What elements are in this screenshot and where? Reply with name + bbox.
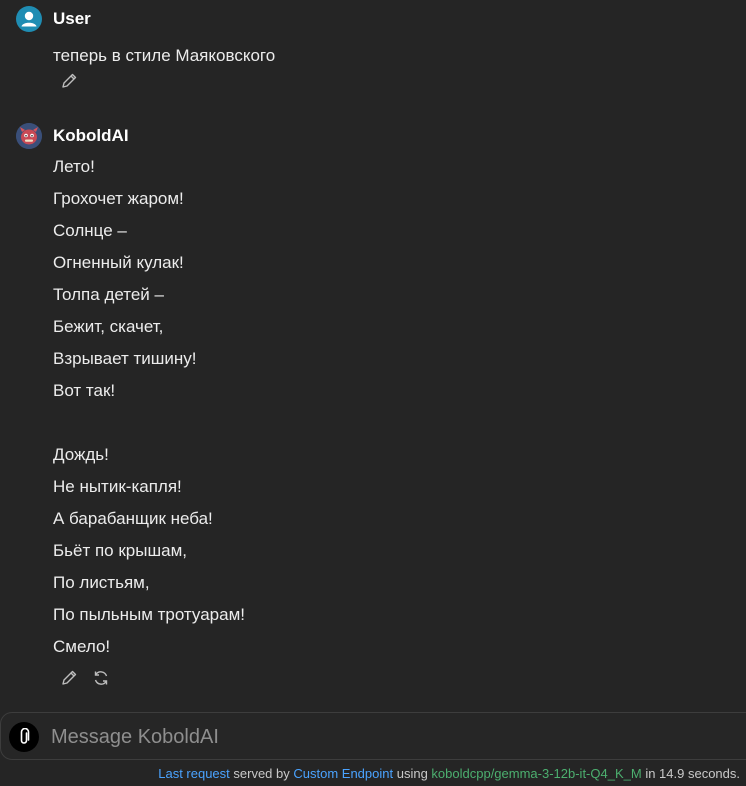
attach-button[interactable] (9, 722, 39, 752)
model-link[interactable]: koboldcpp/gemma-3-12b-it-Q4_K_M (431, 766, 641, 781)
message-actions (60, 72, 78, 90)
message-line: Лето! (53, 157, 95, 176)
sender-name: User (53, 9, 91, 28)
edit-button[interactable] (60, 72, 78, 90)
user-icon (16, 6, 42, 32)
message-line: Не нытик-капля! (53, 477, 182, 496)
message-input[interactable] (51, 723, 731, 751)
edit-button[interactable] (60, 669, 78, 687)
footer-text: using (393, 766, 432, 781)
message-line: Огненный кулак! (53, 253, 184, 272)
message-text: Лето! Грохочет жаром! Солнце – Огненный … (53, 151, 245, 663)
message-line (53, 407, 245, 439)
message-line: Солнце – (53, 221, 127, 240)
paperclip-icon (20, 728, 30, 744)
regenerate-button[interactable] (92, 669, 110, 687)
message-line: По листьям, (53, 573, 150, 592)
message-line: Толпа детей – (53, 285, 164, 304)
message-line: Дождь! (53, 445, 109, 464)
message-line: Смело! (53, 637, 111, 656)
message-line: А барабанщик неба! (53, 509, 213, 528)
user-message: User теперь в стиле Маяковского (16, 6, 736, 101)
message-line: теперь в стиле Маяковского (53, 46, 276, 65)
message-actions (60, 669, 110, 687)
status-footer: Last request served by Custom Endpoint u… (158, 766, 740, 781)
last-request-link[interactable]: Last request (158, 766, 230, 781)
message-line: Бьёт по крышам, (53, 541, 187, 560)
message-composer (0, 712, 746, 760)
kobold-icon (16, 123, 42, 149)
message-line: Грохочет жаром! (53, 189, 184, 208)
endpoint-link[interactable]: Custom Endpoint (293, 766, 393, 781)
message-line: По пыльным тротуарам! (53, 605, 245, 624)
sender-name: KoboldAI (53, 126, 129, 145)
chat-area: User теперь в стиле Маяковского KoboldAI… (0, 0, 746, 710)
message-line: Вот так! (53, 381, 116, 400)
message-line: Взрывает тишину! (53, 349, 197, 368)
pencil-icon (62, 73, 77, 88)
assistant-message: KoboldAI Лето! Грохочет жаром! Солнце – … (16, 123, 736, 698)
footer-text: served by (229, 766, 294, 781)
refresh-icon (94, 671, 108, 685)
footer-text: in 14.9 seconds. (641, 766, 740, 781)
message-line: Бежит, скачет, (53, 317, 164, 336)
pencil-icon (62, 670, 77, 685)
message-text: теперь в стиле Маяковского (53, 40, 275, 72)
